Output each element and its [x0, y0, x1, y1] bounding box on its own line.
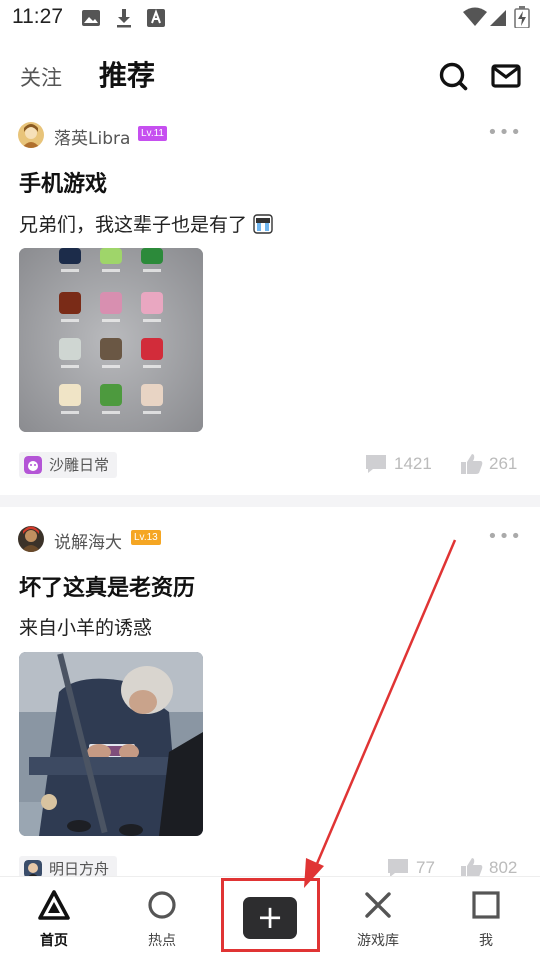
post-text[interactable]: 兄弟们，我这辈子也是有了 [19, 210, 273, 237]
post-title[interactable]: 坏了这真是老资历 [19, 570, 195, 602]
post-image[interactable] [19, 248, 203, 432]
author-name[interactable]: 落英Libra [54, 124, 130, 149]
status-time: 11:27 [12, 5, 63, 28]
home-triangle-icon [38, 890, 70, 920]
annotation-highlight-box [221, 878, 320, 952]
topic-chip[interactable]: 沙雕日常 [19, 452, 118, 478]
topic-icon [24, 456, 42, 474]
nav-label-hot: 热点 [148, 933, 176, 949]
phone-home-screen-image [19, 248, 203, 432]
nav-label-me: 我 [479, 933, 493, 949]
mail-icon[interactable] [490, 60, 522, 92]
nav-label-home: 首页 [40, 933, 68, 949]
wifi-icon [463, 7, 487, 26]
like-count: 802 [489, 858, 518, 877]
like-count: 261 [489, 454, 518, 473]
crying-face-emoji-icon [253, 214, 273, 234]
battery-charging-icon [514, 6, 530, 28]
avatar[interactable] [18, 122, 44, 148]
comment-count: 77 [416, 858, 435, 877]
like-icon[interactable] [460, 453, 484, 475]
nav-item-hot[interactable]: 热点 [108, 877, 216, 960]
top-header: 关注 推荐 [0, 48, 540, 108]
nav-item-home[interactable]: 首页 [0, 877, 108, 960]
cellular-signal-icon [490, 10, 506, 26]
status-bar: 11:27 [0, 0, 540, 36]
text-a-icon [147, 9, 165, 27]
topic-label: 沙雕日常 [49, 456, 110, 474]
post-author-row: 落英Libra Lv.11 ••• [18, 122, 522, 152]
post-meta-row: 沙雕日常 1421 261 [0, 452, 540, 482]
x-icon [365, 892, 391, 918]
square-icon [472, 891, 500, 919]
post-text[interactable]: 来自小羊的诱惑 [19, 613, 152, 640]
level-badge: Lv.13 [131, 530, 161, 545]
image-icon [82, 10, 100, 26]
download-icon [117, 9, 131, 28]
post-divider [0, 495, 540, 507]
comment-count: 1421 [394, 454, 432, 473]
post-image[interactable] [19, 652, 203, 836]
nav-item-game-library[interactable]: 游戏库 [324, 877, 432, 960]
more-options-icon[interactable]: ••• [487, 528, 522, 546]
comment-icon[interactable] [364, 453, 388, 475]
post-author-row: 说解海大 Lv.13 ••• [18, 526, 522, 556]
level-badge: Lv.11 [138, 126, 167, 141]
more-options-icon[interactable]: ••• [487, 124, 522, 142]
circle-icon [148, 891, 176, 919]
nav-item-me[interactable]: 我 [432, 877, 540, 960]
tab-recommend[interactable]: 推荐 [99, 54, 155, 94]
post-title[interactable]: 手机游戏 [19, 166, 107, 198]
post-text-content: 兄弟们，我这辈子也是有了 [19, 214, 248, 236]
author-name[interactable]: 说解海大 [54, 528, 122, 553]
avatar[interactable] [18, 526, 44, 552]
search-icon[interactable] [437, 60, 469, 92]
subway-photo-image [19, 652, 203, 836]
nav-label-game-library: 游戏库 [357, 933, 399, 949]
tab-follow[interactable]: 关注 [20, 62, 62, 92]
